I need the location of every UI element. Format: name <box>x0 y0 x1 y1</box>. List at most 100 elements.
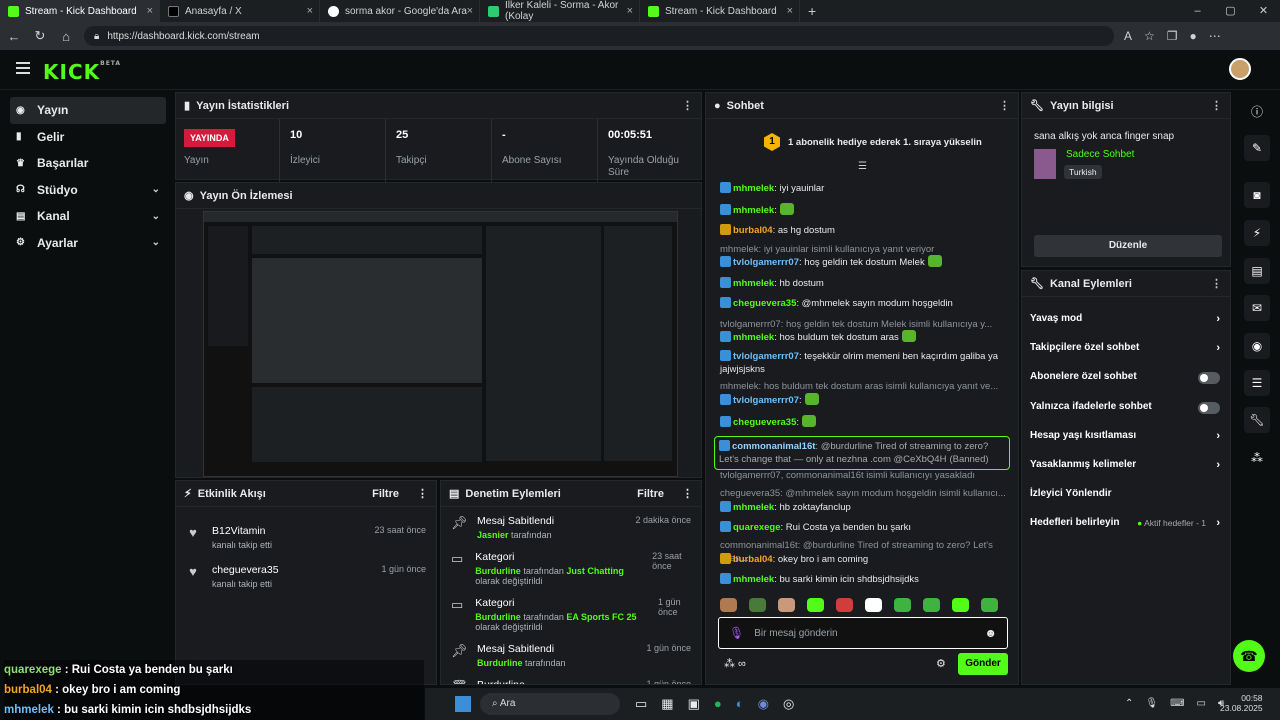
more-icon[interactable]: ⋮ <box>682 99 693 112</box>
category-name[interactable]: EA Sports FC 25 <box>566 612 636 622</box>
steam-icon[interactable]: ◎ <box>783 696 794 712</box>
emote-icon[interactable]: ⁂ <box>1244 445 1270 471</box>
support-icon[interactable]: ☎︎ <box>1233 640 1265 672</box>
moderator-name[interactable]: Burdurline <box>477 658 523 668</box>
minimize-icon[interactable]: – <box>1181 0 1214 22</box>
emote-toggle-icon[interactable]: ⁂ ∞ <box>724 657 746 670</box>
chat-username[interactable]: cheguevera35 <box>733 417 796 428</box>
more-icon[interactable]: ⋮ <box>999 99 1010 112</box>
kick-logo[interactable]: KICKBETA <box>43 60 121 84</box>
sidebar-item-ayarlar[interactable]: ⚙︎ Ayarlar ⌄ <box>0 230 172 257</box>
edit-button[interactable]: Düzenle <box>1034 235 1222 257</box>
chat-icon[interactable]: ✉ <box>1244 295 1270 321</box>
chevron-up-icon[interactable]: ⌃ <box>1125 698 1133 709</box>
browser-tab[interactable]: Anasayfa / X × <box>160 0 320 22</box>
favorite-icon[interactable]: ☆ <box>1144 29 1155 43</box>
bolt-icon[interactable]: ⚡︎ <box>1244 220 1270 246</box>
taskbar-search[interactable]: ⌕ Ara <box>480 693 620 715</box>
category-name[interactable]: Sadece Sohbet <box>1066 149 1134 160</box>
home-icon[interactable]: ⌂ <box>58 29 74 44</box>
pencil-icon[interactable]: ✎ <box>1244 135 1270 161</box>
channel-action-item[interactable]: Takipçilere özel sohbet › <box>1030 342 1220 354</box>
close-icon[interactable]: × <box>467 5 473 17</box>
server-icon[interactable]: ☰ <box>1244 370 1270 396</box>
discord-icon[interactable]: ◉ <box>758 696 769 712</box>
taskview-icon[interactable]: ▭ <box>635 696 647 712</box>
channel-action-item[interactable]: Abonelere özel sohbet <box>1030 371 1220 385</box>
maximize-icon[interactable]: ▢ <box>1214 0 1247 22</box>
keyboard-icon[interactable]: ⌨ <box>1170 698 1184 709</box>
store-icon[interactable]: ▣ <box>688 696 700 712</box>
url-field[interactable]: 🔒︎ https://dashboard.kick.com/stream <box>84 26 1114 46</box>
profile-icon[interactable]: ● <box>1190 29 1197 43</box>
back-icon[interactable]: ← <box>6 29 22 44</box>
emote-icon[interactable] <box>749 598 766 612</box>
wrench-icon[interactable]: 🔧︎ <box>1244 407 1270 433</box>
category-name[interactable]: Just Chatting <box>566 566 624 576</box>
menu-icon[interactable] <box>16 62 30 74</box>
close-icon[interactable]: ✕ <box>1247 0 1280 22</box>
more-icon[interactable]: ⋮ <box>682 487 693 500</box>
chat-username[interactable]: quarexege <box>733 522 781 533</box>
sidebar-item-yayın[interactable]: ◉ Yayın <box>10 97 166 124</box>
chat-username[interactable]: mhmelek <box>733 205 774 216</box>
windows-icon[interactable] <box>455 696 471 712</box>
reload-icon[interactable]: ↻ <box>32 28 48 44</box>
close-icon[interactable]: × <box>787 5 793 17</box>
chat-username[interactable]: burbal04 <box>733 225 773 236</box>
gift-promo[interactable]: 1 1 abonelik hediye ederek 1. sıraya yük… <box>764 133 982 151</box>
pinned-toggle-icon[interactable]: ☰ <box>858 161 867 172</box>
read-aloud-icon[interactable]: A <box>1124 29 1132 43</box>
display-icon[interactable]: ▭ <box>1197 698 1206 709</box>
chat-username[interactable]: mhmelek <box>733 183 774 194</box>
emote-icon[interactable] <box>865 598 882 612</box>
more-icon[interactable]: ⋮ <box>1211 277 1222 290</box>
channel-action-item[interactable]: Yalnızca ifadelerle sohbet <box>1030 401 1220 414</box>
collections-icon[interactable]: ❐ <box>1167 29 1178 43</box>
folder-icon[interactable]: ▦ <box>661 696 673 712</box>
mic-icon[interactable]: 🎙︎ <box>1145 698 1158 709</box>
sidebar-item-gelir[interactable]: ▮ Gelir <box>0 124 172 151</box>
chat-username[interactable]: tvlolgamerrr07 <box>733 257 799 268</box>
chat-username[interactable]: tvlolgamerrr07 <box>733 395 799 406</box>
sidebar-item-başarılar[interactable]: ♛ Başarılar <box>0 150 172 177</box>
chat-input[interactable]: 🎙︎ Bir mesaj gönderin ☻ <box>718 617 1008 649</box>
emote-icon[interactable] <box>923 598 940 612</box>
moderator-name[interactable]: Jasnier <box>477 530 509 540</box>
sidebar-item-kanal[interactable]: ▤ Kanal ⌄ <box>0 203 172 230</box>
channel-action-item[interactable]: Hedefleri belirleyin › ● Aktif hedefler - … <box>1030 517 1220 529</box>
chat-username[interactable]: commonanimal16t <box>732 441 815 452</box>
stream-preview[interactable] <box>203 211 678 477</box>
emoji-icon[interactable]: ☻ <box>984 626 997 640</box>
chat-username[interactable]: mhmelek <box>733 332 774 343</box>
browser-tab[interactable]: Stream - Kick Dashboard × <box>640 0 800 22</box>
emote-icon[interactable] <box>778 598 795 612</box>
toggle-switch[interactable] <box>1198 372 1220 385</box>
sidebar-item-stüdyo[interactable]: ☊ Stüdyo ⌄ <box>0 177 172 204</box>
spotify-icon[interactable]: ● <box>714 696 722 712</box>
more-icon[interactable]: ⋯ <box>1209 29 1221 43</box>
filter-button[interactable]: Filtre <box>372 488 399 500</box>
moderator-name[interactable]: Burdurline <box>475 612 521 622</box>
emote-icon[interactable] <box>894 598 911 612</box>
broadcast-icon[interactable]: ◉ <box>1244 333 1270 359</box>
browser-tab[interactable]: sorma akor - Google'da Ara × <box>320 0 480 22</box>
gear-icon[interactable]: ⚙︎ <box>936 657 946 670</box>
camera-icon[interactable]: ◙ <box>1244 182 1270 208</box>
document-icon[interactable]: ▤ <box>1244 258 1270 284</box>
avatar[interactable] <box>1229 58 1251 80</box>
more-icon[interactable]: ⋮ <box>1211 99 1222 112</box>
close-icon[interactable]: × <box>627 5 633 17</box>
close-icon[interactable]: × <box>307 5 313 17</box>
emote-icon[interactable] <box>720 598 737 612</box>
chat-username[interactable]: mhmelek <box>733 278 774 289</box>
emote-icon[interactable] <box>981 598 998 612</box>
browser-tab[interactable]: İlker Kaleli - Sorma - Akor (Kolay × <box>480 0 640 22</box>
channel-action-item[interactable]: İzleyici Yönlendir <box>1030 488 1220 499</box>
emote-icon[interactable] <box>807 598 824 612</box>
close-icon[interactable]: × <box>147 5 153 17</box>
emote-icon[interactable] <box>836 598 853 612</box>
chat-username[interactable]: mhmelek <box>733 574 774 585</box>
new-tab-icon[interactable]: + <box>808 3 816 19</box>
emote-icon[interactable] <box>952 598 969 612</box>
